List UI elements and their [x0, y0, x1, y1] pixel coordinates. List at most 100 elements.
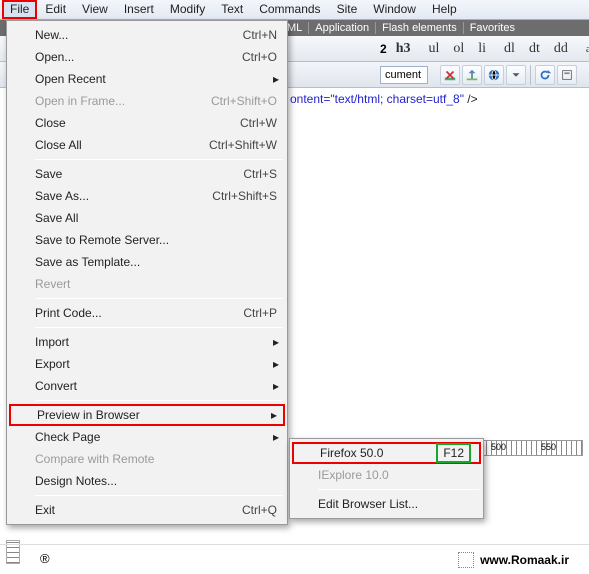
tag-dd[interactable]: dd	[549, 39, 573, 59]
tag-li[interactable]: li	[473, 39, 491, 59]
insertbar-tab[interactable]: Favorites	[463, 22, 521, 34]
menu-modify[interactable]: Modify	[162, 0, 213, 19]
submenu-edit-browser-list[interactable]: Edit Browser List...	[292, 493, 481, 515]
separator	[35, 400, 283, 401]
insertbar-tab[interactable]: Application	[308, 22, 375, 34]
menu-text[interactable]: Text	[213, 0, 251, 19]
menu-item[interactable]: Export ▸	[9, 353, 285, 375]
tag-dt[interactable]: dt	[524, 39, 545, 59]
menu-item[interactable]: Save As... Ctrl+Shift+S	[9, 185, 285, 207]
menu-item[interactable]: Print Code... Ctrl+P	[9, 302, 285, 324]
title-input[interactable]	[380, 66, 428, 84]
menu-item-label: Open Recent	[35, 72, 106, 86]
menu-item-label: Close	[35, 116, 66, 130]
submenu-item-iexplore[interactable]: IExplore 10.0	[292, 464, 481, 486]
submenu-item-firefox[interactable]: Firefox 50.0 F12	[292, 442, 481, 464]
separator	[318, 489, 479, 490]
tag-ol[interactable]: ol	[448, 39, 469, 59]
menu-file[interactable]: File	[2, 0, 37, 19]
preview-in-browser-submenu: Firefox 50.0 F12 IExplore 10.0 Edit Brow…	[289, 438, 484, 519]
submenu-arrow-icon: ▸	[271, 408, 277, 422]
menu-item-label: Print Code...	[35, 306, 102, 320]
menu-commands[interactable]: Commands	[251, 0, 328, 19]
separator	[35, 327, 283, 328]
refresh-icon[interactable]	[535, 65, 555, 85]
menu-site[interactable]: Site	[329, 0, 366, 19]
menu-item-shortcut: Ctrl+W	[240, 116, 277, 130]
menu-item[interactable]: Open...Ctrl+O	[9, 46, 285, 68]
menu-item[interactable]: ExitCtrl+Q	[9, 499, 285, 521]
preview-icon[interactable]	[484, 65, 504, 85]
menu-item[interactable]: Check Page ▸	[9, 426, 285, 448]
menu-item-label: Save to Remote Server...	[35, 233, 169, 247]
file-mgmt-icon[interactable]	[462, 65, 482, 85]
menu-item[interactable]: Save All	[9, 207, 285, 229]
menu-item-label: Export	[35, 357, 70, 371]
submenu-arrow-icon: ▸	[273, 379, 279, 393]
menu-item-label: Import	[35, 335, 69, 349]
menu-item-shortcut: Ctrl+O	[242, 50, 277, 64]
menu-item-label: Close All	[35, 138, 82, 152]
menu-item[interactable]: Close Ctrl+W	[9, 112, 285, 134]
menu-item: Compare with Remote	[9, 448, 285, 470]
view-options-icon[interactable]	[557, 65, 577, 85]
tag-h3[interactable]: h3	[391, 39, 416, 59]
tag-abbr[interactable]: abbr	[581, 41, 589, 57]
menu-item-label: Preview in Browser	[37, 408, 140, 422]
menu-item-shortcut: Ctrl+S	[243, 167, 277, 181]
menu-edit[interactable]: Edit	[37, 0, 74, 19]
menu-item[interactable]: Convert ▸	[9, 375, 285, 397]
menu-window[interactable]: Window	[365, 0, 424, 19]
ruler-tick: 550	[541, 442, 556, 452]
menu-item-label: Compare with Remote	[35, 452, 154, 466]
tag-ul[interactable]: ul	[423, 39, 444, 59]
separator	[530, 65, 531, 85]
menu-item-shortcut: Ctrl+N	[243, 28, 277, 42]
menu-item-shortcut: Ctrl+Shift+O	[211, 94, 277, 108]
menu-item-label: Save	[35, 167, 62, 181]
menu-item-shortcut: Ctrl+P	[243, 306, 277, 320]
menu-item[interactable]: Save to Remote Server...	[9, 229, 285, 251]
menu-item: Revert	[9, 273, 285, 295]
no-browser-check-icon[interactable]	[440, 65, 460, 85]
menu-item-label: Save as Template...	[35, 255, 140, 269]
menu-item-label: Check Page	[35, 430, 100, 444]
menu-item[interactable]: Save as Template...	[9, 251, 285, 273]
insertbar-tab[interactable]: Flash elements	[375, 22, 463, 34]
menu-item[interactable]: Close All Ctrl+Shift+W	[9, 134, 285, 156]
menu-item[interactable]: Save Ctrl+S	[9, 163, 285, 185]
menu-item-label: Save As...	[35, 189, 89, 203]
menu-help[interactable]: Help	[424, 0, 465, 19]
file-menu-dropdown: New...Ctrl+NOpen...Ctrl+OOpen Recent▸Ope…	[6, 20, 288, 525]
menu-item-label: Exit	[35, 503, 55, 517]
submenu-arrow-icon: ▸	[273, 357, 279, 371]
menu-item-label: Save All	[35, 211, 78, 225]
tag-dl[interactable]: dl	[499, 39, 520, 59]
menu-item[interactable]: Open Recent▸	[9, 68, 285, 90]
menu-view[interactable]: View	[74, 0, 116, 19]
site-logo-icon	[458, 552, 474, 568]
submenu-arrow-icon: ▸	[273, 430, 279, 444]
menu-item-label: Open in Frame...	[35, 94, 125, 108]
code-view[interactable]: ontent="text/html; charset=utf_8" />	[290, 92, 589, 107]
submenu-arrow-icon: ▸	[273, 335, 279, 349]
footer: www.Romaak.ir	[0, 544, 589, 574]
menu-item-shortcut: Ctrl+Shift+W	[209, 138, 277, 152]
submenu-label: IExplore 10.0	[318, 468, 389, 482]
footer-text: www.Romaak.ir	[480, 553, 569, 567]
menu-item-shortcut: Ctrl+Shift+S	[212, 189, 277, 203]
menu-item-label: Revert	[35, 277, 70, 291]
menu-insert[interactable]: Insert	[116, 0, 162, 19]
tag-h2[interactable]: 2	[380, 42, 387, 56]
menu-item[interactable]: Import ▸	[9, 331, 285, 353]
menu-item[interactable]: Design Notes...	[9, 470, 285, 492]
menu-item[interactable]: New...Ctrl+N	[9, 24, 285, 46]
separator	[35, 298, 283, 299]
menu-item[interactable]: Preview in Browser ▸	[9, 404, 285, 426]
menubar: File Edit View Insert Modify Text Comman…	[0, 0, 589, 20]
dropdown-icon[interactable]	[506, 65, 526, 85]
menu-item: Open in Frame... Ctrl+Shift+O	[9, 90, 285, 112]
menu-item-label: Convert	[35, 379, 77, 393]
separator	[35, 495, 283, 496]
separator	[35, 159, 283, 160]
